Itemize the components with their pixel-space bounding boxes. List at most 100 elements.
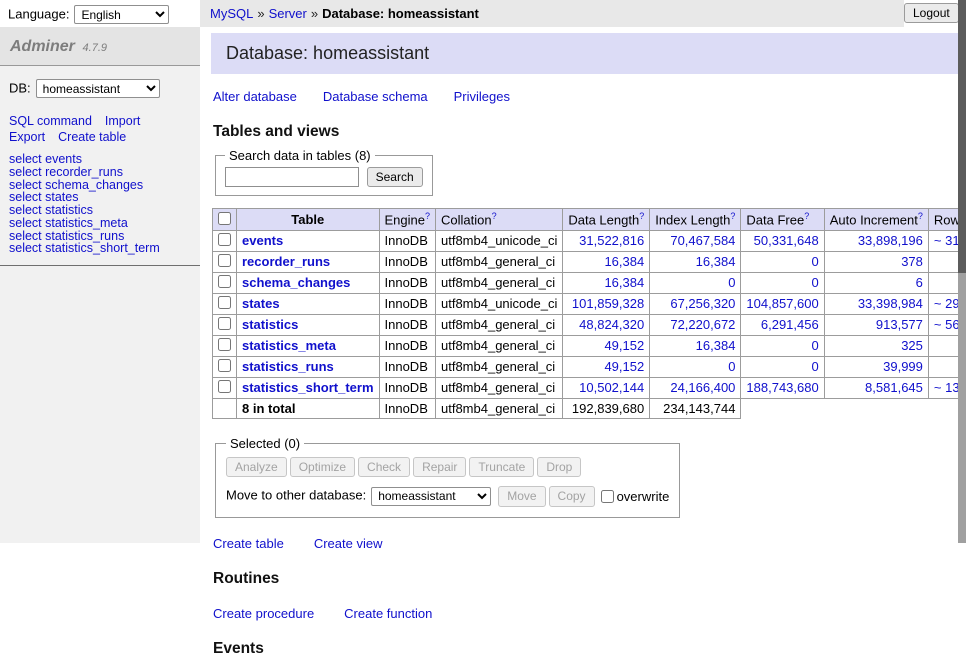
language-label: Language: xyxy=(8,7,69,22)
drop-button[interactable]: Drop xyxy=(537,457,581,477)
table-link-statistics-meta[interactable]: statistics_meta xyxy=(242,338,336,353)
data-length-link-states[interactable]: 101,859,328 xyxy=(572,296,644,311)
row-checkbox-statistics-meta[interactable] xyxy=(218,338,231,351)
overwrite-checkbox[interactable] xyxy=(601,490,614,503)
data-length-link-statistics-runs[interactable]: 49,152 xyxy=(604,359,644,374)
header-checkbox-cell xyxy=(213,209,237,230)
row-checkbox-events[interactable] xyxy=(218,233,231,246)
sidebar-link-export[interactable]: Export xyxy=(9,130,45,144)
select-all-checkbox[interactable] xyxy=(218,212,231,225)
sidebar: Adminer 4.7.9 DB:homeassistant SQL comma… xyxy=(0,27,200,543)
optimize-button[interactable]: Optimize xyxy=(290,457,355,477)
auto-increment-link-statistics-meta[interactable]: 325 xyxy=(901,338,923,353)
breadcrumb-link-server[interactable]: Server xyxy=(269,6,307,21)
breadcrumb-link-mysql[interactable]: MySQL xyxy=(210,6,253,21)
index-length-link-schema-changes[interactable]: 0 xyxy=(728,275,735,290)
row-checkbox-recorder-runs[interactable] xyxy=(218,254,231,267)
row-checkbox-schema-changes[interactable] xyxy=(218,275,231,288)
table-link-statistics-short-term[interactable]: statistics_short_term xyxy=(242,380,374,395)
check-button[interactable]: Check xyxy=(358,457,410,477)
data-free-link-statistics-meta[interactable]: 0 xyxy=(811,338,818,353)
table-link-events[interactable]: events xyxy=(242,233,283,248)
auto-increment-link-events[interactable]: 33,898,196 xyxy=(858,233,923,248)
repair-button[interactable]: Repair xyxy=(413,457,466,477)
action-database-schema[interactable]: Database schema xyxy=(323,89,428,104)
data-length-link-statistics[interactable]: 48,824,320 xyxy=(579,317,644,332)
row-checkbox-states[interactable] xyxy=(218,296,231,309)
sidebar-item-select-statistics-short-term[interactable]: select statistics_short_term xyxy=(9,242,190,255)
search-input[interactable] xyxy=(225,167,359,187)
table-link-recorder-runs[interactable]: recorder_runs xyxy=(242,254,330,269)
index-length-link-statistics-runs[interactable]: 0 xyxy=(728,359,735,374)
sidebar-link-create-table[interactable]: Create table xyxy=(58,130,126,144)
scrollbar-thumb[interactable] xyxy=(958,0,966,273)
table-link-states[interactable]: states xyxy=(242,296,280,311)
analyze-button[interactable]: Analyze xyxy=(226,457,287,477)
auto-increment-link-statistics[interactable]: 913,577 xyxy=(876,317,923,332)
table-link-schema-changes[interactable]: schema_changes xyxy=(242,275,350,290)
move-db-select[interactable]: homeassistant xyxy=(371,487,491,506)
data-free-link-states[interactable]: 104,857,600 xyxy=(746,296,818,311)
auto-increment-link-schema-changes[interactable]: 6 xyxy=(916,275,923,290)
column-header-engine: Engine? xyxy=(379,209,436,230)
auto-increment-link-states[interactable]: 33,398,984 xyxy=(858,296,923,311)
search-button[interactable]: Search xyxy=(367,167,423,187)
row-checkbox-statistics[interactable] xyxy=(218,317,231,330)
vertical-scrollbar[interactable] xyxy=(958,0,966,543)
cell-engine: InnoDB xyxy=(379,314,436,335)
data-length-link-recorder-runs[interactable]: 16,384 xyxy=(604,254,644,269)
sidebar-link-sql-command[interactable]: SQL command xyxy=(9,114,92,128)
logout-button[interactable]: Logout xyxy=(904,3,959,23)
create-table-link[interactable]: Create table xyxy=(213,536,284,551)
data-length-link-events[interactable]: 31,522,816 xyxy=(579,233,644,248)
index-length-link-recorder-runs[interactable]: 16,384 xyxy=(696,254,736,269)
data-length-link-statistics-meta[interactable]: 49,152 xyxy=(604,338,644,353)
db-select[interactable]: homeassistant xyxy=(36,79,160,98)
auto-increment-link-statistics-short-term[interactable]: 8,581,645 xyxy=(865,380,923,395)
index-length-link-events[interactable]: 70,467,584 xyxy=(670,233,735,248)
truncate-button[interactable]: Truncate xyxy=(469,457,534,477)
data-free-link-statistics-runs[interactable]: 0 xyxy=(811,359,818,374)
index-length-link-statistics-short-term[interactable]: 24,166,400 xyxy=(670,380,735,395)
cell-collation: utf8mb4_general_ci xyxy=(436,335,563,356)
auto-increment-link-recorder-runs[interactable]: 378 xyxy=(901,254,923,269)
table-link-statistics-runs[interactable]: statistics_runs xyxy=(242,359,334,374)
sidebar-item-select-statistics-meta[interactable]: select statistics_meta xyxy=(9,217,190,230)
column-help-index-length-icon[interactable]: ? xyxy=(730,211,735,221)
move-button[interactable]: Move xyxy=(498,486,545,506)
data-free-link-statistics-short-term[interactable]: 188,743,680 xyxy=(746,380,818,395)
index-length-link-statistics[interactable]: 72,220,672 xyxy=(670,317,735,332)
create-view-link[interactable]: Create view xyxy=(314,536,383,551)
language-select[interactable]: English xyxy=(74,5,169,24)
adminer-brand-link[interactable]: Adminer xyxy=(10,38,75,55)
index-length-link-statistics-meta[interactable]: 16,384 xyxy=(696,338,736,353)
column-help-data-free-icon[interactable]: ? xyxy=(804,211,809,221)
column-help-engine-icon[interactable]: ? xyxy=(425,211,430,221)
row-checkbox-statistics-runs[interactable] xyxy=(218,359,231,372)
row-checkbox-statistics-short-term[interactable] xyxy=(218,380,231,393)
table-link-statistics[interactable]: statistics xyxy=(242,317,298,332)
data-free-link-schema-changes[interactable]: 0 xyxy=(811,275,818,290)
data-length-link-statistics-short-term[interactable]: 10,502,144 xyxy=(579,380,644,395)
events-heading: Events xyxy=(213,640,966,658)
sidebar-link-import[interactable]: Import xyxy=(105,114,140,128)
sidebar-item-select-recorder-runs[interactable]: select recorder_runs xyxy=(9,166,190,179)
action-privileges[interactable]: Privileges xyxy=(454,89,510,104)
column-help-data-length-icon[interactable]: ? xyxy=(639,211,644,221)
table-row-schema-changes: schema_changesInnoDButf8mb4_general_ci16… xyxy=(213,272,966,293)
create-function-link[interactable]: Create function xyxy=(344,606,432,621)
column-help-auto-increment-icon[interactable]: ? xyxy=(918,211,923,221)
column-help-collation-icon[interactable]: ? xyxy=(492,211,497,221)
create-procedure-link[interactable]: Create procedure xyxy=(213,606,314,621)
cell-data-free: 188,743,680 xyxy=(741,377,824,398)
auto-increment-link-statistics-runs[interactable]: 39,999 xyxy=(883,359,923,374)
sidebar-item-select-events[interactable]: select events xyxy=(9,153,190,166)
data-free-link-events[interactable]: 50,331,648 xyxy=(754,233,819,248)
copy-button[interactable]: Copy xyxy=(549,486,595,506)
data-free-link-statistics[interactable]: 6,291,456 xyxy=(761,317,819,332)
index-length-link-states[interactable]: 67,256,320 xyxy=(670,296,735,311)
sidebar-item-select-statistics[interactable]: select statistics xyxy=(9,204,190,217)
action-alter-database[interactable]: Alter database xyxy=(213,89,297,104)
data-free-link-recorder-runs[interactable]: 0 xyxy=(811,254,818,269)
data-length-link-schema-changes[interactable]: 16,384 xyxy=(604,275,644,290)
